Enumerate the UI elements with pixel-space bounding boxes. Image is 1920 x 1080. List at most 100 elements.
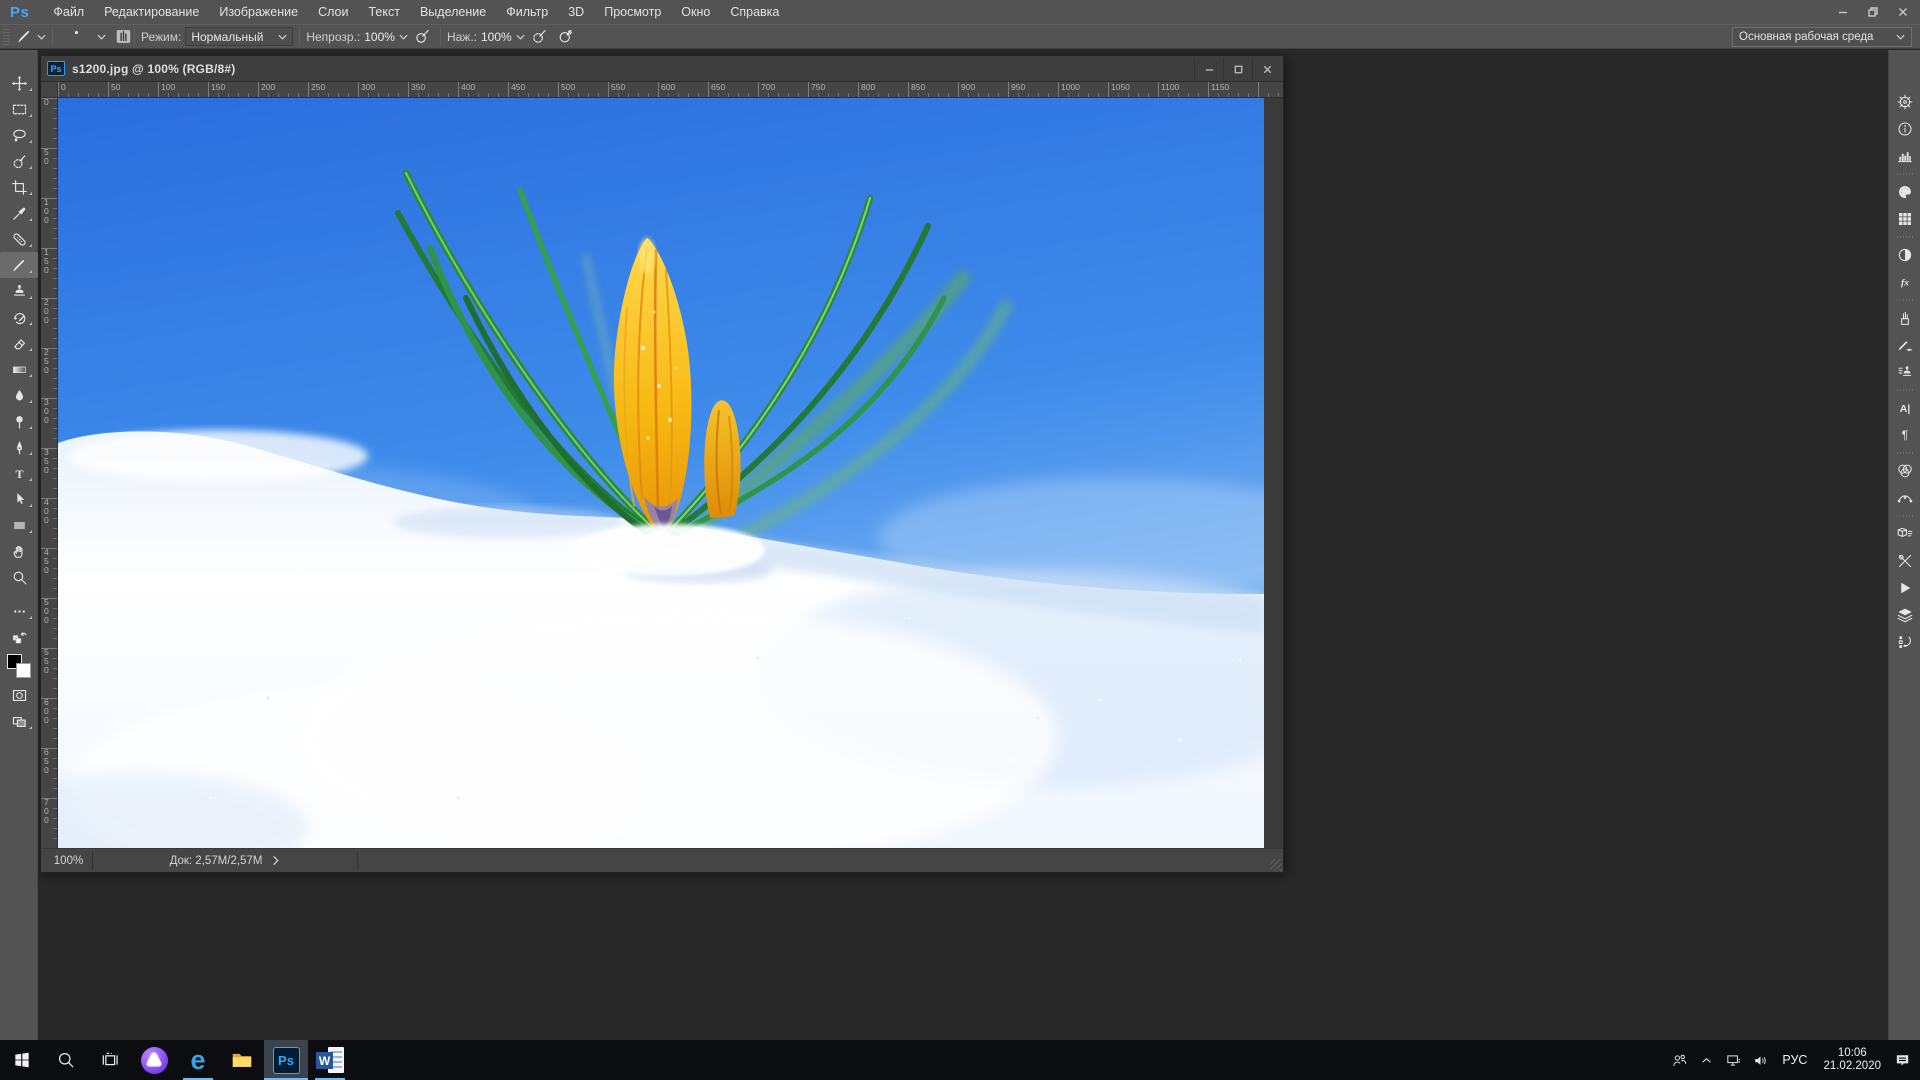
spot-healing-brush-tool[interactable] (0, 226, 38, 252)
background-color-chip[interactable] (16, 663, 31, 678)
photoshop-button[interactable]: Ps (264, 1040, 308, 1080)
file-explorer-button[interactable] (220, 1040, 264, 1080)
document-title-bar[interactable]: Ps s1200.jpg @ 100% (RGB/8#) (41, 56, 1283, 82)
eraser-tool[interactable] (0, 330, 38, 356)
tool-preset-picker[interactable] (10, 25, 52, 48)
menu-item[interactable]: Фильтр (496, 0, 558, 24)
panel-group-grip[interactable] (1889, 232, 1920, 241)
info-panel-icon[interactable] (1889, 115, 1920, 142)
panel-group-grip[interactable] (1889, 511, 1920, 520)
adjustments-panel-icon[interactable] (1889, 241, 1920, 268)
panel-group-grip[interactable] (1889, 169, 1920, 178)
doc-maximize-button[interactable] (1223, 58, 1252, 80)
crop-tool[interactable] (0, 174, 38, 200)
panel-group-grip[interactable] (1889, 295, 1920, 304)
menu-item[interactable]: Слои (308, 0, 358, 24)
workspace-switcher[interactable]: Основная рабочая среда (1732, 27, 1912, 47)
zoom-level-field[interactable]: 100% (45, 852, 93, 870)
path-selection-tool[interactable] (0, 486, 38, 512)
eyedropper-tool[interactable] (0, 200, 38, 226)
blur-tool[interactable] (0, 382, 38, 408)
menu-item[interactable]: Просмотр (594, 0, 671, 24)
task-view-button[interactable] (88, 1040, 132, 1080)
language-indicator[interactable]: РУС (1774, 1053, 1815, 1067)
screen-mode-button[interactable] (0, 708, 38, 734)
styles-panel-icon[interactable]: fx (1889, 268, 1920, 295)
clock[interactable]: 10:06 21.02.2020 (1815, 1047, 1889, 1073)
move-tool[interactable] (0, 70, 38, 96)
pen-tool[interactable] (0, 434, 38, 460)
panel-group-grip[interactable] (1889, 385, 1920, 394)
zoom-tool[interactable] (0, 564, 38, 590)
network-icon[interactable] (1720, 1040, 1747, 1080)
clone-source-panel-icon[interactable] (1889, 358, 1920, 385)
word-button[interactable]: W (308, 1040, 352, 1080)
chevron-down-icon[interactable] (399, 34, 408, 40)
quick-selection-tool[interactable] (0, 148, 38, 174)
quick-mask-button[interactable] (0, 682, 38, 708)
type-tool[interactable]: T (0, 460, 38, 486)
chevron-down-icon[interactable] (516, 34, 525, 40)
panel-group-grip[interactable] (1889, 448, 1920, 457)
horizontal-ruler[interactable]: 0501001502002503003504004505005506006507… (58, 82, 1283, 98)
lasso-tool[interactable] (0, 122, 38, 148)
histogram-panel-icon[interactable] (1889, 142, 1920, 169)
volume-icon[interactable] (1747, 1040, 1774, 1080)
blend-mode-select[interactable]: Нормальный (185, 27, 293, 46)
3d-panel-icon[interactable] (1889, 520, 1920, 547)
vertical-ruler[interactable]: 0501001502002503003504004505005506006507… (41, 98, 58, 848)
brush-preset-picker[interactable] (53, 25, 112, 48)
default-colors-button[interactable] (0, 624, 38, 650)
properties-panel-icon[interactable] (1889, 547, 1920, 574)
start-button[interactable] (0, 1040, 44, 1080)
restore-button[interactable] (1858, 1, 1888, 23)
channels-panel-icon[interactable] (1889, 457, 1920, 484)
ruler-corner[interactable] (41, 82, 58, 98)
menu-item[interactable]: Изображение (209, 0, 308, 24)
actions-panel-icon[interactable] (1889, 574, 1920, 601)
pressure-opacity-button[interactable] (412, 27, 434, 47)
menu-item[interactable]: 3D (558, 0, 594, 24)
history-brush-tool[interactable] (0, 304, 38, 330)
paths-panel-icon[interactable] (1889, 484, 1920, 511)
brush-tool[interactable] (0, 252, 38, 278)
navigator-panel-icon[interactable] (1889, 88, 1920, 115)
menu-item[interactable]: Окно (671, 0, 720, 24)
flow-value[interactable]: 100% (481, 30, 512, 44)
brush-settings-panel-icon[interactable] (1889, 331, 1920, 358)
edge-button[interactable]: e (176, 1040, 220, 1080)
close-button[interactable] (1888, 1, 1918, 23)
pressure-size-button[interactable] (529, 27, 551, 47)
yandex-alice-button[interactable] (132, 1040, 176, 1080)
canvas[interactable] (58, 98, 1264, 848)
history-panel-icon[interactable] (1889, 628, 1920, 655)
menu-item[interactable]: Справка (720, 0, 789, 24)
document-size-info[interactable]: Док: 2,57M/2,57M (93, 852, 358, 870)
action-center-icon[interactable] (1889, 1040, 1916, 1080)
taskbar-search-button[interactable] (44, 1040, 88, 1080)
toggle-brush-settings-panel-button[interactable] (112, 27, 134, 47)
menu-item[interactable]: Файл (43, 0, 94, 24)
color-panel-icon[interactable] (1889, 178, 1920, 205)
menu-item[interactable]: Текст (358, 0, 409, 24)
edit-toolbar-button[interactable] (0, 598, 38, 624)
menu-item[interactable]: Редактирование (94, 0, 209, 24)
minimize-button[interactable] (1828, 1, 1858, 23)
foreground-background-colors[interactable] (0, 650, 38, 682)
paragraph-panel-icon[interactable]: ¶ (1889, 421, 1920, 448)
hand-tool[interactable] (0, 538, 38, 564)
doc-minimize-button[interactable] (1194, 58, 1223, 80)
show-hidden-icons-chevron[interactable] (1693, 1040, 1720, 1080)
options-bar-grip[interactable] (3, 28, 10, 45)
airbrush-button[interactable] (555, 27, 577, 47)
brushes-panel-icon[interactable] (1889, 304, 1920, 331)
doc-close-button[interactable] (1252, 58, 1281, 80)
people-icon[interactable] (1666, 1040, 1693, 1080)
character-panel-icon[interactable]: A| (1889, 394, 1920, 421)
swatches-panel-icon[interactable] (1889, 205, 1920, 232)
gradient-tool[interactable] (0, 356, 38, 382)
photoshop-logo[interactable]: Ps (10, 4, 29, 21)
dodge-tool[interactable] (0, 408, 38, 434)
window-resize-grip[interactable] (1270, 859, 1282, 871)
clone-stamp-tool[interactable] (0, 278, 38, 304)
